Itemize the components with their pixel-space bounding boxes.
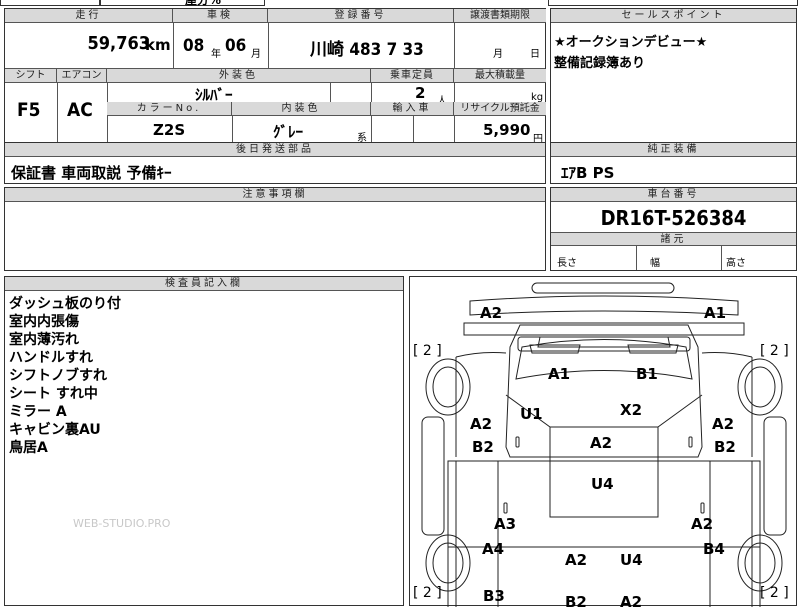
wheel-count-label: [ 2 ]: [760, 343, 789, 359]
wheel-count-label: [ 2 ]: [760, 585, 789, 601]
wheel-count-label: [ 2 ]: [413, 585, 442, 601]
inspector-note: ミラー A: [9, 404, 67, 420]
shift-value: F5: [17, 99, 41, 121]
followup-parts-value: 保証書 車両取説 予備ｷｰ: [11, 164, 172, 182]
dim-length-label: 長さ: [557, 258, 577, 269]
header-inspection: 車検: [173, 9, 268, 23]
registration-value: 川崎 483 7 33: [310, 40, 424, 60]
damage-mark: U1: [520, 405, 543, 423]
vehicle-info-table: 走行 車検 登録番号 譲渡書類期限 59,763 km 08 年 06 月 川崎…: [4, 8, 546, 145]
header-aircon: エアコン: [57, 69, 107, 83]
equipment-box: 純正装備 ｴｱB PS: [550, 142, 797, 184]
inspector-notes-box: 検査員記入欄 ダッシュ板のり付 室内内張傷 室内薄汚れ ハンドルすれ シフトノブ…: [4, 276, 404, 606]
header-notes: 注意事項欄: [5, 188, 545, 202]
recycle-fee-value: 5,990: [483, 121, 531, 139]
damage-mark: X2: [620, 401, 643, 419]
followup-parts-box: 後日発送部品 保証書 車両取説 予備ｷｰ: [4, 142, 546, 184]
header-chassis-no: 車台番号: [551, 188, 796, 202]
damage-mark: B2: [565, 593, 587, 611]
header-capacity: 乗車定員: [371, 69, 454, 83]
inspection-month: 06: [225, 36, 247, 56]
header-recycle: リサイクル預託金: [454, 102, 546, 116]
header-shift: シフト: [5, 69, 57, 83]
damage-mark: A2: [470, 415, 493, 433]
header-sales-points: セールスポイント: [551, 9, 796, 23]
header-equipment: 純正装備: [551, 143, 796, 157]
sales-point-2: 整備記録簿あり: [554, 56, 646, 71]
equipment-value: ｴｱB PS: [561, 164, 615, 182]
inspector-note: シフトノブすれ: [9, 368, 107, 384]
inspection-year-unit: 年: [211, 49, 221, 60]
header-followup: 後日発送部品: [5, 143, 545, 157]
damage-mark: U4: [591, 475, 614, 493]
damage-mark: A2: [480, 304, 503, 322]
inspector-note: シート すれ中: [9, 386, 98, 402]
inspector-note: 鳥居A: [9, 440, 48, 456]
header-max-load: 最大積載量: [454, 69, 546, 83]
header-transfer-deadline: 譲渡書類期限: [454, 9, 546, 23]
color-no-value: Z2S: [153, 121, 186, 139]
header-mileage: 走行: [5, 9, 173, 23]
watermark: WEB-STUDIO.PRO: [73, 517, 171, 530]
capacity-value: 2: [415, 84, 426, 102]
header-color-no: カラーNo.: [107, 102, 232, 116]
header-dimensions: 諸元: [551, 232, 796, 246]
inspector-note: ハンドルすれ: [9, 350, 93, 366]
chassis-box: 車台番号 DR16T-526384 諸元 長さ 幅 高さ: [550, 187, 797, 271]
inspection-year: 08: [183, 36, 205, 56]
header-import: 輸入車: [371, 102, 454, 116]
damage-mark: B4: [703, 540, 725, 558]
damage-mark: A3: [494, 515, 517, 533]
damage-mark: A2: [691, 515, 714, 533]
inspector-note: 室内薄汚れ: [9, 332, 79, 348]
mileage-unit: km: [145, 36, 171, 54]
damage-mark: A1: [548, 365, 571, 383]
interior-color-value: ｸﾞﾚｰ: [273, 123, 304, 141]
header-exterior-color: 外装色: [107, 69, 371, 83]
top-strip-text: 屋分%: [185, 0, 222, 7]
damage-mark: A2: [565, 551, 588, 569]
damage-mark: U4: [620, 551, 643, 569]
damage-mark: A2: [590, 434, 613, 452]
wheel-count-label: [ 2 ]: [413, 343, 442, 359]
top-strip: 屋分%: [0, 0, 800, 7]
sales-point-1: ★オークションデビュー★: [554, 35, 708, 50]
dim-height-label: 高さ: [726, 258, 746, 269]
inspection-month-unit: 月: [251, 49, 261, 60]
damage-mark: A2: [712, 415, 735, 433]
header-registration: 登録番号: [268, 9, 454, 23]
transfer-day-unit: 日: [530, 49, 540, 60]
aircon-value: AC: [67, 99, 93, 121]
header-inspector: 検査員記入欄: [5, 277, 403, 291]
damage-diagram-box: [ 2 ] [ 2 ] [ 2 ] [ 2 ] A2 A1 A1 B1 U1 X…: [409, 276, 797, 611]
inspector-note: 室内内張傷: [9, 314, 79, 330]
dim-width-label: 幅: [650, 258, 660, 269]
damage-mark: A2: [620, 593, 643, 611]
damage-mark: A1: [704, 304, 727, 322]
damage-mark: A4: [482, 540, 505, 558]
damage-mark: B2: [472, 438, 494, 456]
inspector-note: ダッシュ板のり付: [9, 296, 121, 312]
sales-points-box: セールスポイント ★オークションデビュー★ 整備記録簿あり: [550, 8, 797, 143]
damage-mark: B1: [636, 365, 658, 383]
damage-mark: B2: [714, 438, 736, 456]
mileage-value: 59,763: [87, 33, 151, 54]
chassis-no-value: DR16T-526384: [600, 206, 747, 230]
damage-mark: B3: [483, 587, 505, 605]
transfer-month-unit: 月: [493, 49, 503, 60]
inspector-notes-list: ダッシュ板のり付 室内内張傷 室内薄汚れ ハンドルすれ シフトノブすれ シート …: [9, 295, 121, 457]
inspector-note: キャビン裏AU: [9, 422, 101, 438]
notes-box: 注意事項欄: [4, 187, 546, 271]
header-interior-color: 内装色: [232, 102, 371, 116]
